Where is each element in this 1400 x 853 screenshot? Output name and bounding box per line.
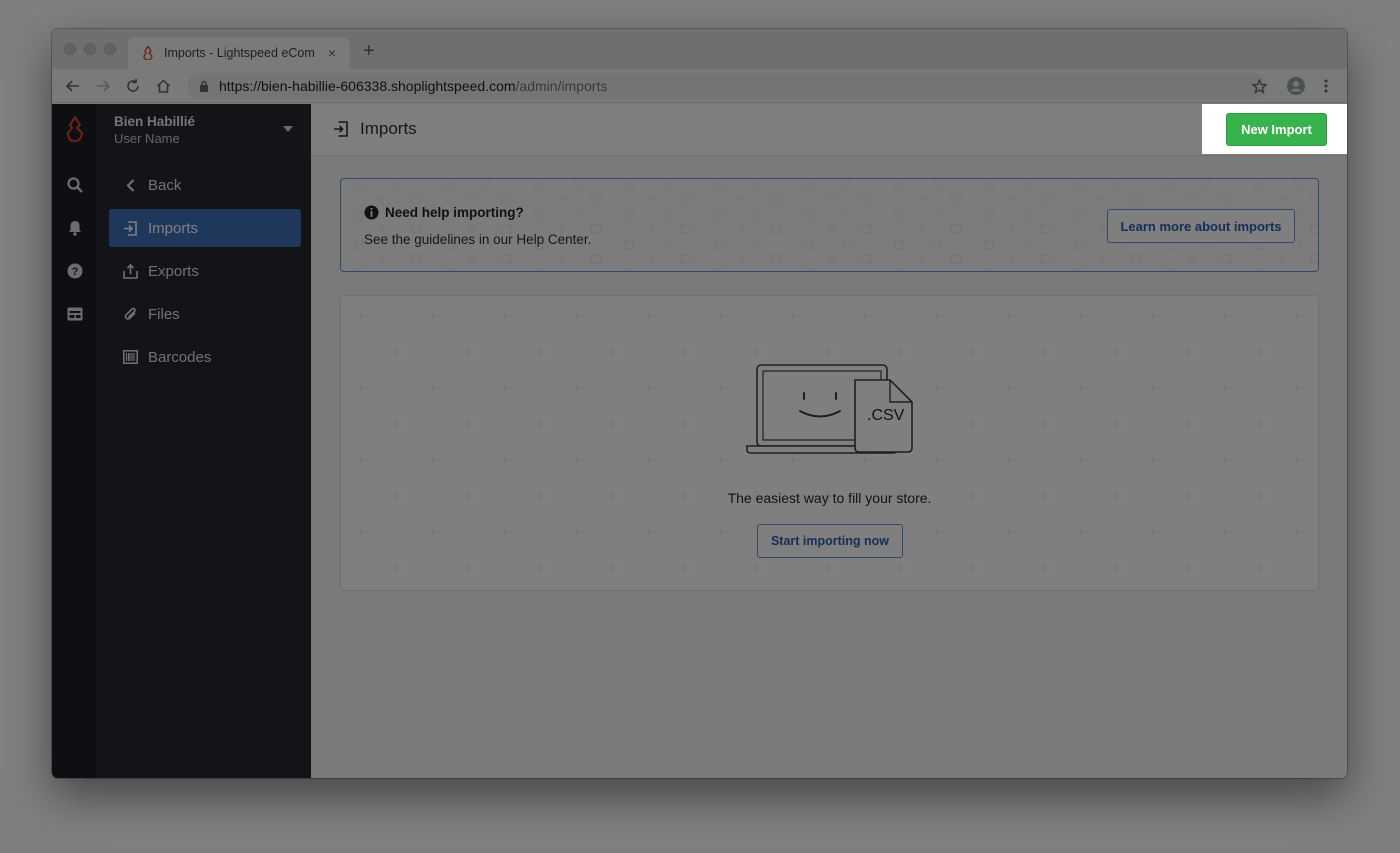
back-arrow-icon[interactable] (63, 76, 83, 96)
home-icon[interactable] (153, 76, 173, 96)
sidebar-menu: Back Imports Exports Files Barcodes (109, 166, 301, 381)
store-user: User Name (114, 131, 180, 146)
minimize-window-button[interactable] (84, 43, 96, 55)
tab-close-icon[interactable]: × (324, 45, 340, 61)
bell-icon[interactable] (64, 217, 86, 239)
bookmark-star-icon[interactable] (1249, 76, 1269, 96)
address-bar[interactable]: https://bien-habillie-606338.shoplightsp… (187, 73, 1267, 99)
tab-bar: Imports - Lightspeed eCom × + (52, 29, 1347, 69)
learn-more-button[interactable]: Learn more about imports (1107, 209, 1295, 243)
new-import-button[interactable]: New Import (1226, 113, 1327, 146)
search-icon[interactable] (64, 174, 86, 196)
sidebar-item-imports[interactable]: Imports (109, 209, 301, 247)
sidebar: Bien Habillié User Name Back Imports Exp… (97, 104, 311, 778)
new-tab-button[interactable]: + (363, 41, 375, 61)
browser-toolbar: https://bien-habillie-606338.shoplightsp… (52, 69, 1347, 103)
help-banner: Need help importing? See the guidelines … (340, 178, 1319, 272)
csv-label: .CSV (867, 407, 905, 424)
reload-icon[interactable] (123, 76, 143, 96)
import-icon (121, 219, 139, 237)
empty-state-text: The easiest way to fill your store. (727, 490, 932, 506)
sidebar-item-label: Imports (148, 219, 199, 237)
app-container: ? Bien Habillié User Name Back Imports E… (52, 104, 1347, 778)
import-icon (333, 121, 351, 139)
svg-text:?: ? (72, 266, 79, 278)
caret-down-icon (283, 126, 293, 132)
help-title: Need help importing? (364, 205, 524, 220)
store-name: Bien Habillié (114, 114, 196, 129)
close-window-button[interactable] (64, 43, 76, 55)
paperclip-icon (121, 305, 139, 323)
page-header: Imports New Import (311, 104, 1347, 156)
sidebar-item-files[interactable]: Files (109, 295, 301, 333)
browser-window: Imports - Lightspeed eCom × + https://bi… (52, 29, 1347, 778)
forward-arrow-icon[interactable] (93, 76, 113, 96)
help-icon[interactable]: ? (64, 260, 86, 282)
sidebar-item-label: Files (148, 305, 180, 323)
browser-tab[interactable]: Imports - Lightspeed eCom × (128, 37, 350, 69)
icon-rail: ? (52, 104, 97, 778)
page-title: Imports (360, 119, 417, 138)
store-switcher[interactable]: Bien Habillié User Name (97, 104, 311, 157)
lock-icon (197, 79, 211, 93)
sidebar-item-label: Back (148, 176, 182, 194)
empty-state-card: .CSV The easiest way to fill your store.… (340, 295, 1319, 591)
window-controls (64, 43, 116, 55)
start-importing-button[interactable]: Start importing now (757, 524, 903, 558)
export-icon (121, 262, 139, 280)
maximize-window-button[interactable] (104, 43, 116, 55)
lightspeed-logo-icon[interactable] (64, 116, 86, 142)
sidebar-item-back[interactable]: Back (109, 166, 301, 204)
info-icon (364, 205, 379, 220)
sidebar-item-label: Barcodes (148, 348, 212, 366)
barcode-icon (121, 348, 139, 366)
tab-title: Imports - Lightspeed eCom (164, 46, 315, 60)
profile-avatar-icon[interactable] (1286, 76, 1306, 96)
sidebar-item-barcodes[interactable]: Barcodes (109, 338, 301, 376)
url-text: https://bien-habillie-606338.shoplightsp… (219, 78, 608, 94)
main-content: Imports New Import Need help importing? … (311, 104, 1347, 778)
chevron-left-icon (121, 176, 139, 194)
browser-menu-icon[interactable] (1316, 76, 1336, 96)
store-icon[interactable] (64, 303, 86, 325)
help-text: See the guidelines in our Help Center. (364, 232, 592, 247)
sidebar-item-label: Exports (148, 262, 199, 280)
lightspeed-favicon-icon (140, 45, 156, 61)
sidebar-item-exports[interactable]: Exports (109, 252, 301, 290)
